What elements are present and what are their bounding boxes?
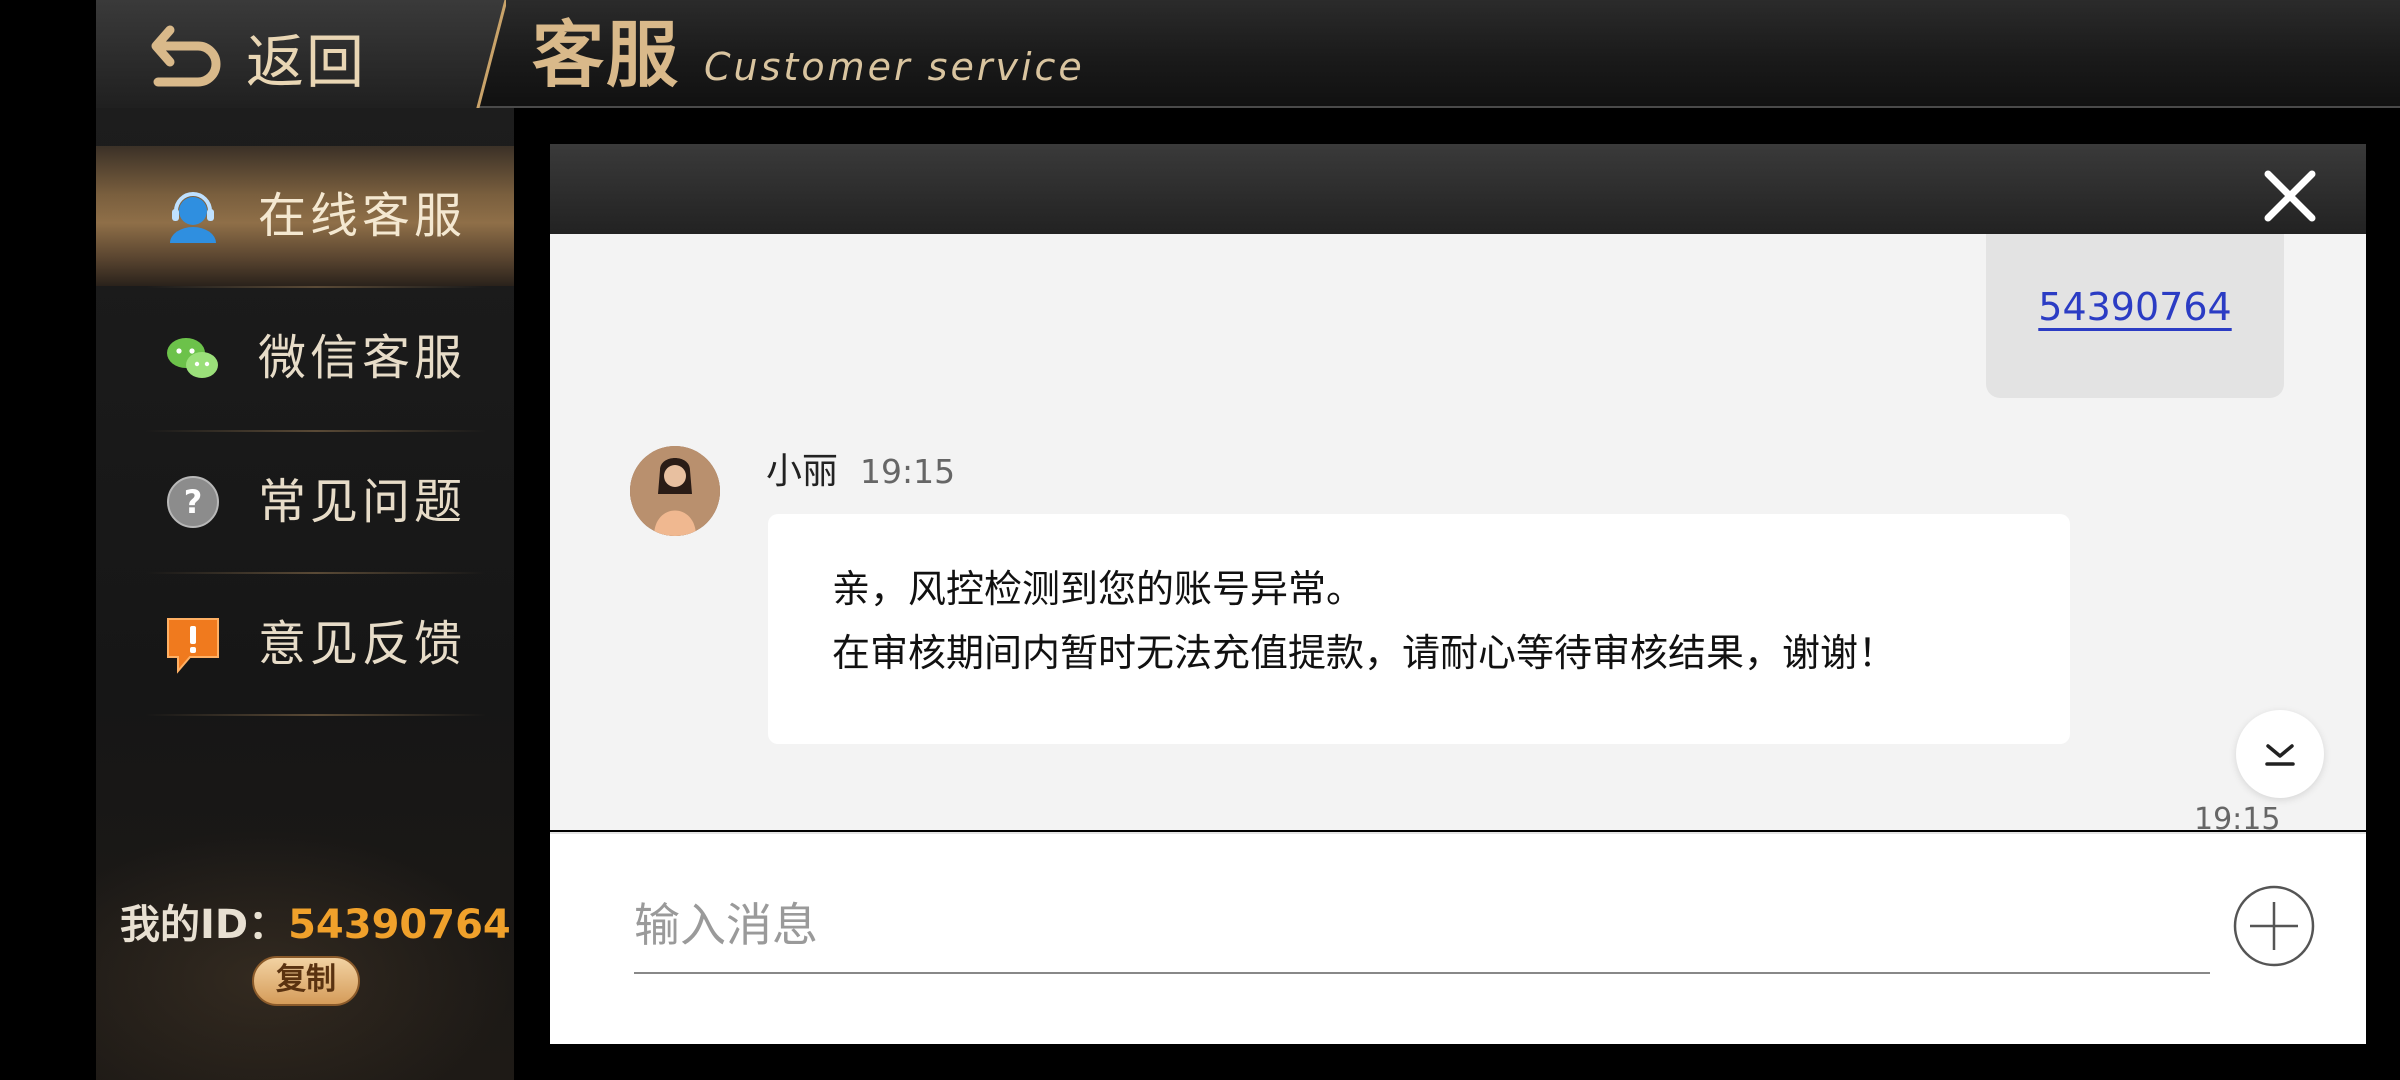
- sidebar-item-wechat-service[interactable]: 微信客服: [96, 288, 514, 428]
- message-input[interactable]: [634, 878, 2210, 974]
- scroll-to-bottom-button[interactable]: [2236, 710, 2324, 798]
- divider: [146, 714, 486, 716]
- chevron-down-icon: [2265, 744, 2295, 766]
- agent-name-line: 小丽 19:15: [766, 448, 955, 496]
- question-icon: ?: [167, 476, 219, 528]
- chat-message-list[interactable]: 54390764 小丽 19:15 亲，风控检测到您的账号异常。 在审核期间内暂时…: [550, 234, 2366, 830]
- my-message-bubble: 54390764: [1986, 234, 2284, 398]
- svg-text:?: ?: [184, 483, 203, 521]
- message-timestamp: 19:15: [860, 452, 956, 491]
- my-id-label: 我的ID：: [120, 902, 289, 948]
- sidebar-item-label: 意见反馈: [258, 616, 467, 672]
- agent-message-bubble: 亲，风控检测到您的账号异常。 在审核期间内暂时无法充值提款，请耐心等待审核结果，…: [768, 514, 2070, 744]
- sidebar-item-label: 微信客服: [258, 330, 467, 386]
- headset-user-icon: [170, 192, 216, 243]
- sidebar-item-feedback[interactable]: 意见反馈: [96, 574, 514, 714]
- sidebar-item-label: 常见问题: [258, 474, 467, 530]
- back-arrow-icon[interactable]: [148, 20, 226, 94]
- close-icon[interactable]: [2260, 166, 2320, 226]
- chat-panel-header: [550, 144, 2366, 234]
- my-message-link[interactable]: 54390764: [1986, 282, 2284, 332]
- message-composer: [550, 832, 2366, 1044]
- agent-name: 小丽: [766, 451, 839, 492]
- back-label[interactable]: 返回: [246, 24, 366, 100]
- sidebar-item-faq[interactable]: ? 常见问题: [96, 432, 514, 572]
- sidebar-item-online-service[interactable]: 在线客服: [96, 146, 514, 286]
- sidebar: 在线客服 微信客服 ? 常见问题 意见反馈 我的ID：54390764 复制: [96, 108, 514, 1080]
- agent-avatar-image: [630, 446, 720, 536]
- my-id: 我的ID：54390764: [120, 890, 511, 960]
- agent-message-line: 在审核期间内暂时无法充值提款，请耐心等待审核结果，谢谢！: [832, 631, 1897, 675]
- my-id-value: 54390764: [288, 902, 511, 948]
- page-subtitle: Customer service: [704, 45, 1085, 89]
- feedback-icon: [167, 618, 219, 674]
- add-attachment-icon[interactable]: [2232, 884, 2316, 968]
- wechat-icon: [167, 338, 218, 378]
- copy-id-button[interactable]: 复制: [252, 956, 360, 1006]
- agent-message-line: 亲，风控检测到您的账号异常。: [832, 567, 1365, 611]
- page-title: 客服: [532, 13, 681, 97]
- sidebar-item-label: 在线客服: [258, 188, 467, 244]
- avatar[interactable]: [630, 446, 720, 536]
- message-timestamp: 19:15: [2194, 802, 2281, 830]
